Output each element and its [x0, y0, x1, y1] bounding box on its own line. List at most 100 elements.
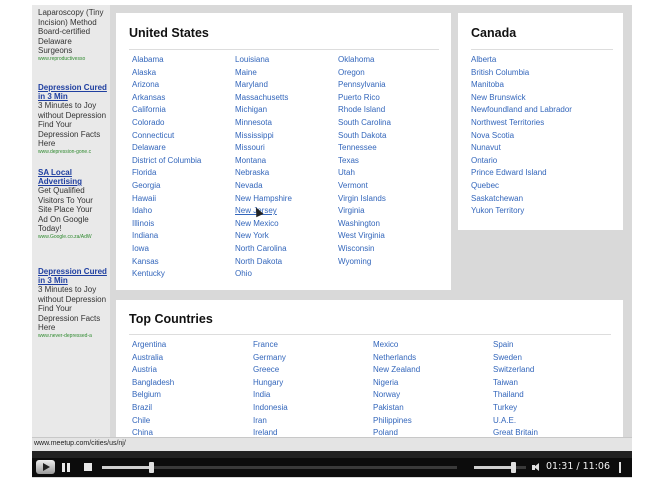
location-link[interactable]: Rhode Island	[338, 104, 391, 117]
ad-block[interactable]: Laparoscopy (Tiny Incision) Method Board-c…	[38, 8, 110, 63]
location-link[interactable]: Oregon	[338, 67, 391, 80]
location-link[interactable]: New Jersey	[235, 205, 292, 218]
location-link[interactable]: Washington	[338, 218, 391, 231]
location-link[interactable]: Utah	[338, 167, 391, 180]
volume-handle[interactable]	[511, 462, 516, 473]
location-link[interactable]: Spain	[493, 339, 538, 352]
location-link[interactable]: Virginia	[338, 205, 391, 218]
location-link[interactable]: Wisconsin	[338, 243, 391, 256]
location-link[interactable]: Arizona	[132, 79, 201, 92]
location-link[interactable]: Indiana	[132, 230, 201, 243]
location-link[interactable]: Alabama	[132, 54, 201, 67]
fullscreen-icon[interactable]	[619, 462, 625, 473]
location-link[interactable]: Nigeria	[373, 377, 420, 390]
location-link[interactable]: Louisiana	[235, 54, 292, 67]
location-link[interactable]: Tennessee	[338, 142, 391, 155]
location-link[interactable]: Philippines	[373, 415, 420, 428]
location-link[interactable]: Netherlands	[373, 352, 420, 365]
location-link[interactable]: Argentina	[132, 339, 174, 352]
location-link[interactable]: Wyoming	[338, 256, 391, 269]
location-link[interactable]: Nevada	[235, 180, 292, 193]
location-link[interactable]: Colorado	[132, 117, 201, 130]
location-link[interactable]: Missouri	[235, 142, 292, 155]
location-link[interactable]: Hawaii	[132, 193, 201, 206]
location-link[interactable]: Massachusetts	[235, 92, 292, 105]
location-link[interactable]: India	[253, 389, 288, 402]
location-link[interactable]: Ontario	[471, 155, 572, 168]
location-link[interactable]: Alaska	[132, 67, 201, 80]
location-link[interactable]: Alberta	[471, 54, 572, 67]
location-link[interactable]: South Carolina	[338, 117, 391, 130]
location-link[interactable]: Indonesia	[253, 402, 288, 415]
location-link[interactable]: Montana	[235, 155, 292, 168]
location-link[interactable]: Illinois	[132, 218, 201, 231]
location-link[interactable]: Bangladesh	[132, 377, 174, 390]
location-link[interactable]: North Carolina	[235, 243, 292, 256]
location-link[interactable]: Brazil	[132, 402, 174, 415]
ad-title-link[interactable]: Depression Cured in 3 Min	[38, 83, 110, 101]
location-link[interactable]: Kentucky	[132, 268, 201, 281]
pause-icon[interactable]	[62, 463, 70, 472]
location-link[interactable]: Saskatchewan	[471, 193, 572, 206]
location-link[interactable]: Pennsylvania	[338, 79, 391, 92]
location-link[interactable]: New Hampshire	[235, 193, 292, 206]
location-link[interactable]: Mexico	[373, 339, 420, 352]
location-link[interactable]: British Columbia	[471, 67, 572, 80]
location-link[interactable]: New Brunswick	[471, 92, 572, 105]
location-link[interactable]: Nebraska	[235, 167, 292, 180]
location-link[interactable]: Sweden	[493, 352, 538, 365]
location-link[interactable]: Taiwan	[493, 377, 538, 390]
location-link[interactable]: Belgium	[132, 389, 174, 402]
location-link[interactable]: Mississippi	[235, 130, 292, 143]
location-link[interactable]: Manitoba	[471, 79, 572, 92]
play-button[interactable]	[36, 460, 55, 474]
location-link[interactable]: Texas	[338, 155, 391, 168]
location-link[interactable]: U.A.E.	[493, 415, 538, 428]
location-link[interactable]: Yukon Territory	[471, 205, 572, 218]
location-link[interactable]: France	[253, 339, 288, 352]
location-link[interactable]: New York	[235, 230, 292, 243]
location-link[interactable]: Puerto Rico	[338, 92, 391, 105]
location-link[interactable]: Austria	[132, 364, 174, 377]
location-link[interactable]: Oklahoma	[338, 54, 391, 67]
location-link[interactable]: Chile	[132, 415, 174, 428]
location-link[interactable]: California	[132, 104, 201, 117]
location-link[interactable]: Nunavut	[471, 142, 572, 155]
location-link[interactable]: Idaho	[132, 205, 201, 218]
location-link[interactable]: Ohio	[235, 268, 292, 281]
location-link[interactable]: Thailand	[493, 389, 538, 402]
location-link[interactable]: Virgin Islands	[338, 193, 391, 206]
location-link[interactable]: Prince Edward Island	[471, 167, 572, 180]
location-link[interactable]: Connecticut	[132, 130, 201, 143]
volume-slider[interactable]	[474, 462, 526, 473]
location-link[interactable]: Australia	[132, 352, 174, 365]
ad-block[interactable]: Depression Cured in 3 Min 3 Minutes to Jo…	[38, 83, 110, 156]
ad-block[interactable]: Depression Cured in 3 Min 3 Minutes to Jo…	[38, 267, 110, 340]
location-link[interactable]: Iowa	[132, 243, 201, 256]
location-link[interactable]: New Zealand	[373, 364, 420, 377]
location-link[interactable]: Germany	[253, 352, 288, 365]
location-link[interactable]: Greece	[253, 364, 288, 377]
location-link[interactable]: Vermont	[338, 180, 391, 193]
location-link[interactable]: Switzerland	[493, 364, 538, 377]
speaker-icon[interactable]	[532, 463, 542, 472]
ad-title-link[interactable]: Depression Cured in 3 Min	[38, 267, 110, 285]
location-link[interactable]: Kansas	[132, 256, 201, 269]
location-link[interactable]: Northwest Territories	[471, 117, 572, 130]
location-link[interactable]: Hungary	[253, 377, 288, 390]
location-link[interactable]: Newfoundland and Labrador	[471, 104, 572, 117]
location-link[interactable]: North Dakota	[235, 256, 292, 269]
location-link[interactable]: Maryland	[235, 79, 292, 92]
location-link[interactable]: Minnesota	[235, 117, 292, 130]
location-link[interactable]: South Dakota	[338, 130, 391, 143]
location-link[interactable]: Florida	[132, 167, 201, 180]
location-link[interactable]: Michigan	[235, 104, 292, 117]
location-link[interactable]: Nova Scotia	[471, 130, 572, 143]
location-link[interactable]: Quebec	[471, 180, 572, 193]
location-link[interactable]: Maine	[235, 67, 292, 80]
location-link[interactable]: District of Columbia	[132, 155, 201, 168]
seek-bar[interactable]	[102, 462, 457, 473]
ad-title-link[interactable]: SA Local Advertising	[38, 168, 110, 186]
location-link[interactable]: Georgia	[132, 180, 201, 193]
location-link[interactable]: Delaware	[132, 142, 201, 155]
